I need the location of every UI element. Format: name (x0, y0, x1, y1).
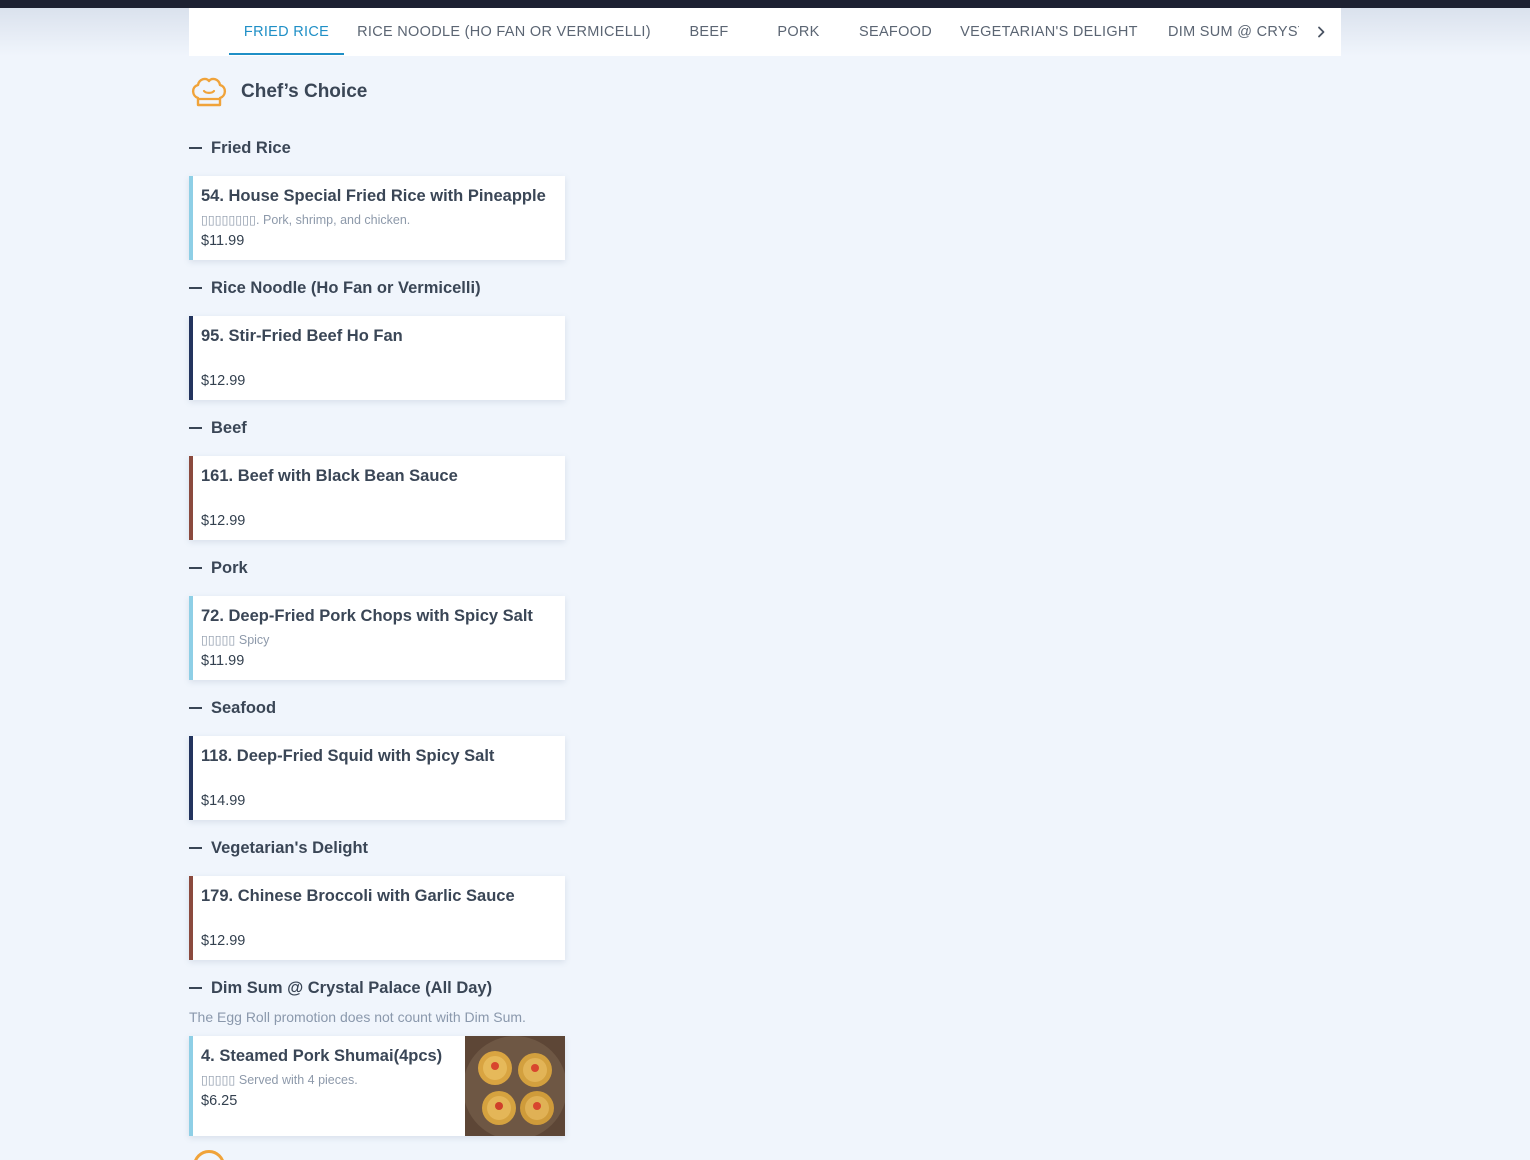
tab-pork[interactable]: PORK (767, 8, 830, 56)
category-title: Fried Rice (211, 138, 291, 157)
item-name: 95. Stir-Fried Beef Ho Fan (201, 327, 403, 345)
category-note: The Egg Roll promotion does not count wi… (189, 1009, 526, 1025)
item-price: $12.99 (201, 933, 246, 949)
tab-rice-noodle[interactable]: RICE NOODLE (HO FAN OR VERMICELLI) (355, 8, 653, 56)
section-header: Chef’s Choice (189, 74, 367, 110)
section-title: Chef’s Choice (241, 81, 368, 102)
item-description: ▯▯▯▯▯ Served with 4 pieces. (201, 1073, 358, 1087)
menu-item-card[interactable]: 54. House Special Fried Rice with Pineap… (189, 176, 565, 260)
dash-icon (189, 287, 202, 289)
item-price: $6.25 (201, 1093, 238, 1109)
menu-item-card[interactable]: 95. Stir-Fried Beef Ho Fan $12.99 (189, 316, 565, 400)
dash-icon (189, 147, 202, 149)
item-price: $12.99 (201, 373, 246, 389)
dash-icon (189, 427, 202, 429)
category-nav: FRIED RICE RICE NOODLE (HO FAN OR VERMIC… (189, 8, 1341, 56)
item-price: $11.99 (201, 653, 245, 669)
item-name: 179. Chinese Broccoli with Garlic Sauce (201, 887, 515, 905)
tab-dim-sum[interactable]: DIM SUM @ CRYSTAL PALACE (ALL DAY) (1168, 8, 1299, 56)
item-name: 161. Beef with Black Bean Sauce (201, 467, 458, 485)
category-title: Seafood (211, 698, 277, 717)
item-price: $12.99 (201, 513, 246, 529)
shumai-photo-icon (465, 1036, 565, 1136)
chef-hat-icon (193, 1150, 225, 1160)
category-title: Dim Sum @ Crystal Palace (All Day) (211, 978, 493, 997)
category-heading: Dim Sum @ Crystal Palace (All Day) (189, 977, 492, 999)
dash-icon (189, 987, 202, 989)
category-heading: Pork (189, 557, 248, 579)
menu-item-card[interactable]: 72. Deep-Fried Pork Chops with Spicy Sal… (189, 596, 565, 680)
category-heading: Rice Noodle (Ho Fan or Vermicelli) (189, 277, 481, 299)
tab-beef[interactable]: BEEF (679, 8, 739, 56)
category-heading: Beef (189, 417, 247, 439)
active-tab-indicator (229, 53, 344, 55)
item-description: ▯▯▯▯▯ Spicy (201, 633, 270, 647)
item-price: $14.99 (201, 793, 246, 809)
tab-vegetarians-delight[interactable]: VEGETARIAN'S DELIGHT (959, 8, 1139, 56)
tab-seafood[interactable]: SEAFOOD (853, 8, 938, 56)
category-heading: Fried Rice (189, 137, 291, 159)
top-bar (0, 0, 1530, 8)
tab-fried-rice[interactable]: FRIED RICE (229, 8, 344, 56)
dash-icon (189, 847, 202, 849)
category-heading: Vegetarian's Delight (189, 837, 368, 859)
chef-hat-icon (191, 77, 227, 107)
dash-icon (189, 707, 202, 709)
dash-icon (189, 567, 202, 569)
nav-next-button[interactable] (1309, 20, 1333, 44)
category-title: Pork (211, 558, 248, 577)
item-description: ▯▯▯▯▯▯▯▯. Pork, shrimp, and chicken. (201, 213, 411, 227)
menu-item-card[interactable]: 4. Steamed Pork Shumai(4pcs) ▯▯▯▯▯ Serve… (189, 1036, 565, 1136)
menu-item-card[interactable]: 161. Beef with Black Bean Sauce $12.99 (189, 456, 565, 540)
item-name: 4. Steamed Pork Shumai(4pcs) (201, 1047, 443, 1065)
category-title: Vegetarian's Delight (211, 838, 369, 857)
item-price: $11.99 (201, 233, 245, 249)
category-title: Rice Noodle (Ho Fan or Vermicelli) (211, 278, 481, 297)
item-photo (465, 1036, 565, 1136)
item-name: 72. Deep-Fried Pork Chops with Spicy Sal… (201, 607, 533, 625)
item-name: 118. Deep-Fried Squid with Spicy Salt (201, 747, 495, 765)
chevron-right-icon (1318, 26, 1325, 38)
menu-item-card[interactable]: 118. Deep-Fried Squid with Spicy Salt $1… (189, 736, 565, 820)
category-tab-track: FRIED RICE RICE NOODLE (HO FAN OR VERMIC… (189, 8, 1299, 56)
item-name: 54. House Special Fried Rice with Pineap… (201, 187, 546, 205)
category-heading: Seafood (189, 697, 276, 719)
category-title: Beef (211, 418, 247, 437)
menu-item-card[interactable]: 179. Chinese Broccoli with Garlic Sauce … (189, 876, 565, 960)
